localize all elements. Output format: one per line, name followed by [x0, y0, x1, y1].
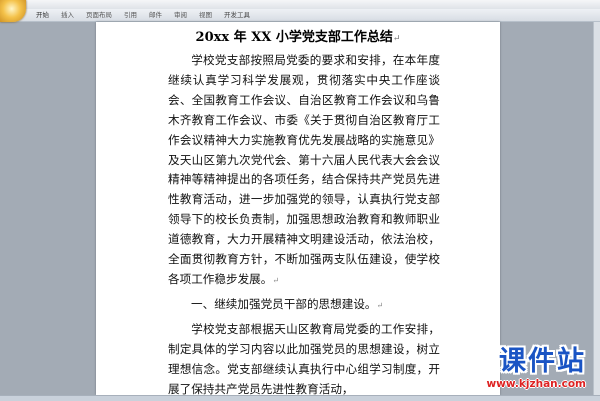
tab-page-layout[interactable]: 页面布局 — [80, 9, 118, 21]
status-bar — [0, 395, 600, 401]
tab-mailings[interactable]: 邮件 — [143, 9, 168, 21]
paragraph-mark-icon: ↵ — [376, 300, 384, 310]
paragraph-mark-icon: ↵ — [272, 275, 280, 285]
tab-view[interactable]: 视图 — [193, 9, 218, 21]
watermark-logo-text: 课件站 — [499, 346, 586, 377]
section-heading: 一、继续加强党员干部的思想建设。↵ — [168, 295, 440, 316]
watermark-url: www.kjzhan.com — [486, 378, 586, 390]
heading-text: 一、继续加强党员干部的思想建设。 — [191, 296, 377, 311]
document-body: 学校党支部按照局党委的要求和安排，在本年度继续认真学习科学发展观，贯彻落实中央工… — [168, 51, 440, 395]
site-watermark: 课件站 www.kjzhan.com — [454, 347, 600, 395]
ribbon: 开始 插入 页面布局 引用 邮件 审阅 视图 开发工具 — [0, 9, 600, 22]
tab-home[interactable]: 开始 — [30, 9, 55, 21]
body-paragraph: 学校党支部根据天山区教育局党委的工作安排，制定具体的学习内容以此加强党员的思想建… — [168, 320, 440, 395]
tab-references[interactable]: 引用 — [118, 9, 143, 21]
body-paragraph: 学校党支部按照局党委的要求和安排，在本年度继续认真学习科学发展观，贯彻落实中央工… — [168, 51, 440, 291]
document-title: 20xx 年 XX 小学党支部工作总结↵ — [96, 26, 500, 45]
tab-insert[interactable]: 插入 — [55, 9, 80, 21]
title-bar — [0, 0, 600, 9]
tab-developer[interactable]: 开发工具 — [218, 9, 256, 21]
paragraph-text: 学校党支部按照局党委的要求和安排，在本年度继续认真学习科学发展观，贯彻落实中央工… — [168, 53, 440, 286]
ribbon-tabs: 开始 插入 页面布局 引用 邮件 审阅 视图 开发工具 — [30, 9, 256, 21]
document-title-text: 20xx 年 XX 小学党支部工作总结 — [195, 30, 393, 45]
tab-review[interactable]: 审阅 — [168, 9, 193, 21]
document-page[interactable]: 20xx 年 XX 小学党支部工作总结↵ 学校党支部按照局党委的要求和安排，在本… — [96, 22, 500, 395]
paragraph-mark-icon: ↵ — [392, 34, 401, 44]
vertical-scrollbar[interactable] — [593, 22, 600, 395]
paragraph-text: 学校党支部根据天山区教育局党委的工作安排，制定具体的学习内容以此加强党员的思想建… — [168, 321, 440, 395]
